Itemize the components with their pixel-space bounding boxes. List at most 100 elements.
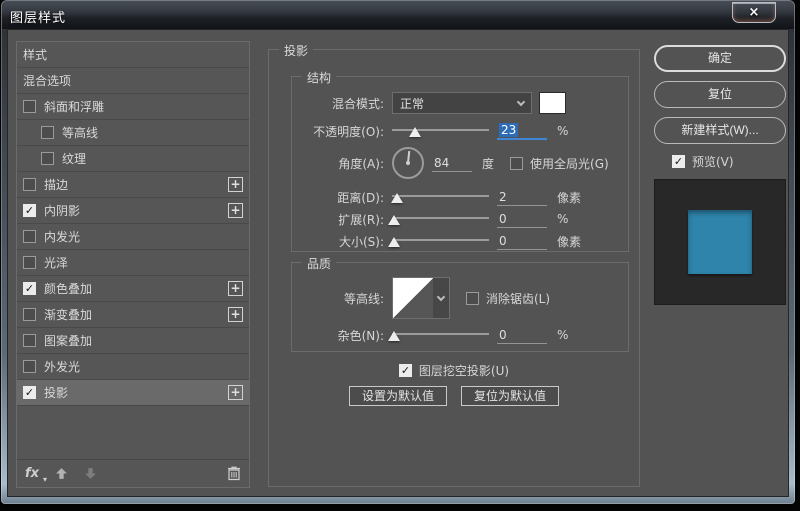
opacity-slider[interactable] — [392, 123, 489, 139]
global-light-checkbox-row[interactable]: 使用全局光(G) — [510, 155, 609, 172]
effect-checkbox[interactable] — [23, 100, 36, 113]
move-effect-down-button[interactable] — [84, 467, 97, 480]
move-effect-up-button[interactable] — [55, 467, 68, 480]
delete-effect-button[interactable] — [227, 466, 241, 481]
sidebar-item[interactable]: 渐变叠加 + — [17, 302, 249, 328]
effect-checkbox[interactable] — [23, 334, 36, 347]
blend-mode-select[interactable]: 正常 — [392, 92, 532, 114]
effect-checkbox[interactable]: ✓ — [23, 386, 36, 399]
effect-checkbox[interactable]: ✓ — [23, 204, 36, 217]
make-default-button[interactable]: 设置为默认值 — [348, 386, 447, 406]
sidebar-item[interactable]: 光泽 — [17, 250, 249, 276]
effect-checkbox[interactable] — [41, 152, 54, 165]
contour-dropdown-arrow[interactable] — [433, 278, 449, 318]
spread-input[interactable]: 0 — [497, 211, 547, 228]
style-preview-area — [654, 179, 786, 305]
sidebar-item-label: 内阴影 — [44, 204, 81, 218]
preview-label: 预览(V) — [692, 155, 734, 169]
style-list: 样式 混合选项 斜面和浮雕 等高线 纹理 描边 + ✓ 内阴影 + 内发光 光泽 ✓ 颜色叠加 + 渐变叠加 +… — [17, 42, 249, 406]
slider-thumb[interactable] — [390, 193, 403, 203]
fx-menu-button[interactable]: fx ▾ — [25, 466, 47, 484]
add-effect-icon[interactable]: + — [228, 307, 243, 322]
effect-checkbox[interactable] — [41, 126, 54, 139]
sidebar-item[interactable]: 内发光 — [17, 224, 249, 250]
new-style-button[interactable]: 新建样式(W)... — [654, 117, 786, 144]
effect-checkbox[interactable] — [23, 230, 36, 243]
noise-unit: % — [557, 328, 569, 342]
contour-label: 等高线: — [343, 291, 384, 306]
opacity-input[interactable]: 23 — [497, 122, 547, 140]
sidebar-item[interactable]: ✓ 投影 + — [17, 380, 249, 406]
sidebar-item[interactable]: ✓ 颜色叠加 + — [17, 276, 249, 302]
sidebar-item[interactable]: ✓ 内阴影 + — [17, 198, 249, 224]
knockout-checkbox[interactable]: ✓ — [398, 364, 412, 377]
add-effect-icon[interactable]: + — [228, 203, 243, 218]
sidebar-item[interactable]: 图案叠加 — [17, 328, 249, 354]
effect-checkbox[interactable] — [23, 178, 36, 191]
size-input[interactable]: 0 — [497, 233, 547, 250]
sidebar-item[interactable]: 纹理 — [17, 146, 249, 172]
sidebar-item-label: 内发光 — [44, 230, 81, 244]
distance-row: 距离(D): 2 像素 — [300, 185, 622, 209]
spread-unit: % — [557, 212, 569, 226]
opacity-label: 不透明度(O): — [313, 124, 384, 139]
effect-checkbox[interactable] — [23, 308, 36, 321]
sidebar-item-label: 纹理 — [62, 152, 87, 166]
sidebar-item-label: 颜色叠加 — [44, 282, 93, 296]
sidebar-item[interactable]: 斜面和浮雕 — [17, 94, 249, 120]
sidebar-item[interactable]: 等高线 — [17, 120, 249, 146]
spread-slider[interactable] — [387, 211, 489, 227]
blend-mode-row: 混合模式: 正常 — [300, 91, 622, 115]
slider-track — [392, 195, 489, 197]
sidebar-footer: fx ▾ — [17, 459, 249, 487]
noise-slider[interactable] — [387, 327, 489, 343]
contour-row: 等高线: 消除锯齿(L) — [300, 275, 622, 321]
angle-dial[interactable] — [392, 147, 424, 179]
effect-checkbox[interactable]: ✓ — [23, 282, 36, 295]
angle-input[interactable]: 84 — [432, 155, 472, 172]
effect-checkbox[interactable] — [23, 256, 36, 269]
close-button[interactable]: × — [732, 2, 776, 23]
antialias-label: 消除锯齿(L) — [486, 291, 551, 306]
global-light-checkbox[interactable] — [510, 156, 524, 170]
distance-slider[interactable] — [390, 189, 489, 205]
distance-label: 距离(D): — [337, 190, 384, 205]
sidebar-item-label: 图案叠加 — [44, 334, 93, 348]
sidebar-item-label: 投影 — [44, 386, 69, 400]
opacity-unit: % — [557, 124, 569, 138]
contour-picker[interactable] — [392, 277, 450, 319]
reset-button[interactable]: 复位 — [654, 81, 786, 108]
global-light-label: 使用全局光(G) — [530, 156, 609, 171]
noise-input[interactable]: 0 — [497, 327, 547, 344]
reset-default-button[interactable]: 复位为默认值 — [461, 386, 560, 406]
antialias-checkbox-row[interactable]: 消除锯齿(L) — [466, 290, 550, 307]
slider-thumb[interactable] — [409, 127, 422, 137]
slider-thumb[interactable] — [387, 331, 400, 341]
knockout-checkbox-row[interactable]: ✓ 图层挖空投影(U) — [398, 362, 509, 379]
add-effect-icon[interactable]: + — [228, 385, 243, 400]
add-effect-icon[interactable]: + — [228, 177, 243, 192]
style-preview-swatch — [688, 210, 752, 274]
distance-input[interactable]: 2 — [497, 189, 547, 206]
sidebar-item-label: 光泽 — [44, 256, 69, 270]
sidebar-item[interactable]: 描边 + — [17, 172, 249, 198]
sidebar-item[interactable]: 外发光 — [17, 354, 249, 380]
antialias-checkbox[interactable] — [466, 291, 479, 305]
add-effect-icon[interactable]: + — [228, 281, 243, 296]
ok-button[interactable]: 确定 — [654, 45, 786, 72]
angle-center-dot — [406, 161, 410, 165]
sidebar-item[interactable]: 样式 — [17, 42, 249, 68]
contour-thumbnail — [393, 278, 433, 318]
slider-thumb[interactable] — [387, 237, 400, 247]
preview-checkbox[interactable]: ✓ — [672, 155, 685, 168]
size-slider[interactable] — [387, 233, 489, 249]
slider-thumb[interactable] — [387, 215, 400, 225]
slider-track — [392, 129, 489, 131]
angle-row: 角度(A): 84 度 使用全局光(G) — [300, 143, 622, 183]
effect-checkbox[interactable] — [23, 360, 36, 373]
preview-checkbox-row[interactable]: ✓ 预览(V) — [672, 153, 734, 170]
titlebar[interactable]: 图层样式 × — [2, 1, 794, 29]
shadow-color-swatch[interactable] — [539, 92, 566, 114]
sidebar-item[interactable]: 混合选项 — [17, 68, 249, 94]
distance-unit: 像素 — [557, 190, 582, 205]
